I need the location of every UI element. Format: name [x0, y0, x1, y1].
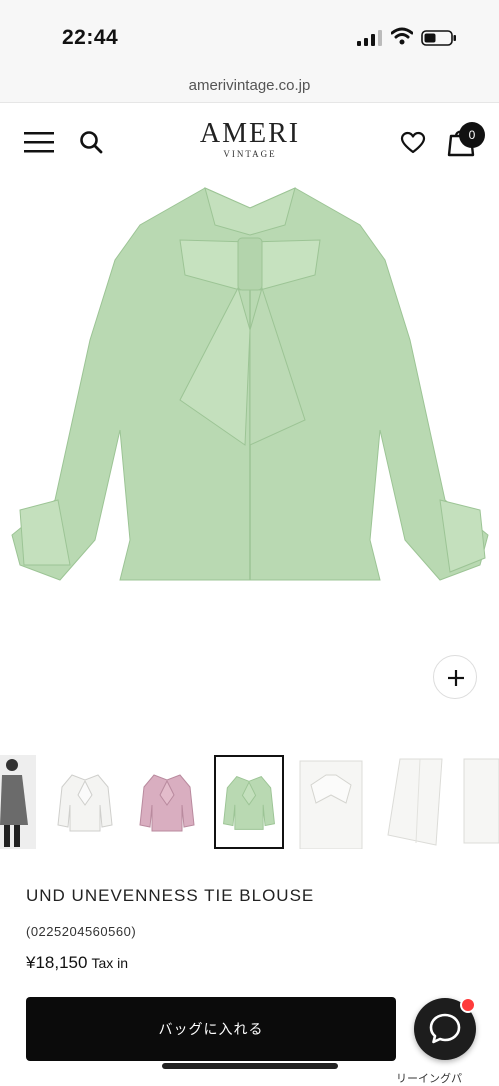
status-time: 22:44 [62, 26, 119, 49]
logo-sub-text: VINTAGE [223, 149, 277, 159]
product-price-row: ¥18,150 Tax in [26, 953, 128, 973]
product-price: ¥18,150 [26, 953, 88, 972]
plus-icon [448, 670, 464, 686]
chat-bubble-icon [429, 1013, 461, 1044]
thumbnail-pink[interactable] [132, 755, 202, 849]
thumbnail-sleeve-detail[interactable] [380, 755, 450, 849]
thumbnail-strip [0, 755, 499, 851]
thumbnail-green-selected[interactable] [214, 755, 284, 849]
status-bar: 22:44 [0, 0, 499, 72]
home-indicator [162, 1063, 338, 1069]
thumbnail-model[interactable] [0, 755, 36, 849]
chat-notification-dot [460, 997, 476, 1013]
search-icon[interactable] [78, 129, 104, 155]
tax-label: Tax in [91, 955, 129, 971]
zoom-button[interactable] [433, 655, 477, 699]
product-code: (0225204560560) [26, 924, 137, 939]
battery-icon [421, 30, 456, 46]
product-main-image[interactable] [10, 180, 490, 600]
blouse-illustration [11, 187, 489, 581]
product-title: UND UNEVENNESS TIE BLOUSE [26, 886, 315, 905]
site-header: AMERI VINTAGE 0 [0, 103, 499, 183]
site-logo[interactable]: AMERI VINTAGE [190, 118, 310, 160]
add-to-bag-button[interactable]: バッグに入れる [26, 997, 396, 1061]
hamburger-menu-icon[interactable] [24, 130, 54, 154]
url-text: amerivintage.co.jp [188, 77, 311, 94]
thumbnail-white-detail[interactable] [296, 755, 366, 849]
cellular-signal-icon [357, 30, 382, 46]
heart-icon[interactable] [400, 131, 426, 155]
thumbnail-white[interactable] [50, 755, 120, 849]
thumbnail-cuff-detail[interactable] [462, 755, 499, 849]
wifi-icon [391, 27, 413, 45]
bag-count-badge: 0 [459, 122, 485, 148]
address-bar[interactable]: amerivintage.co.jp [0, 72, 499, 103]
footer-cut-text: リーイングパ [396, 1073, 462, 1085]
logo-main-text: AMERI [199, 118, 301, 149]
